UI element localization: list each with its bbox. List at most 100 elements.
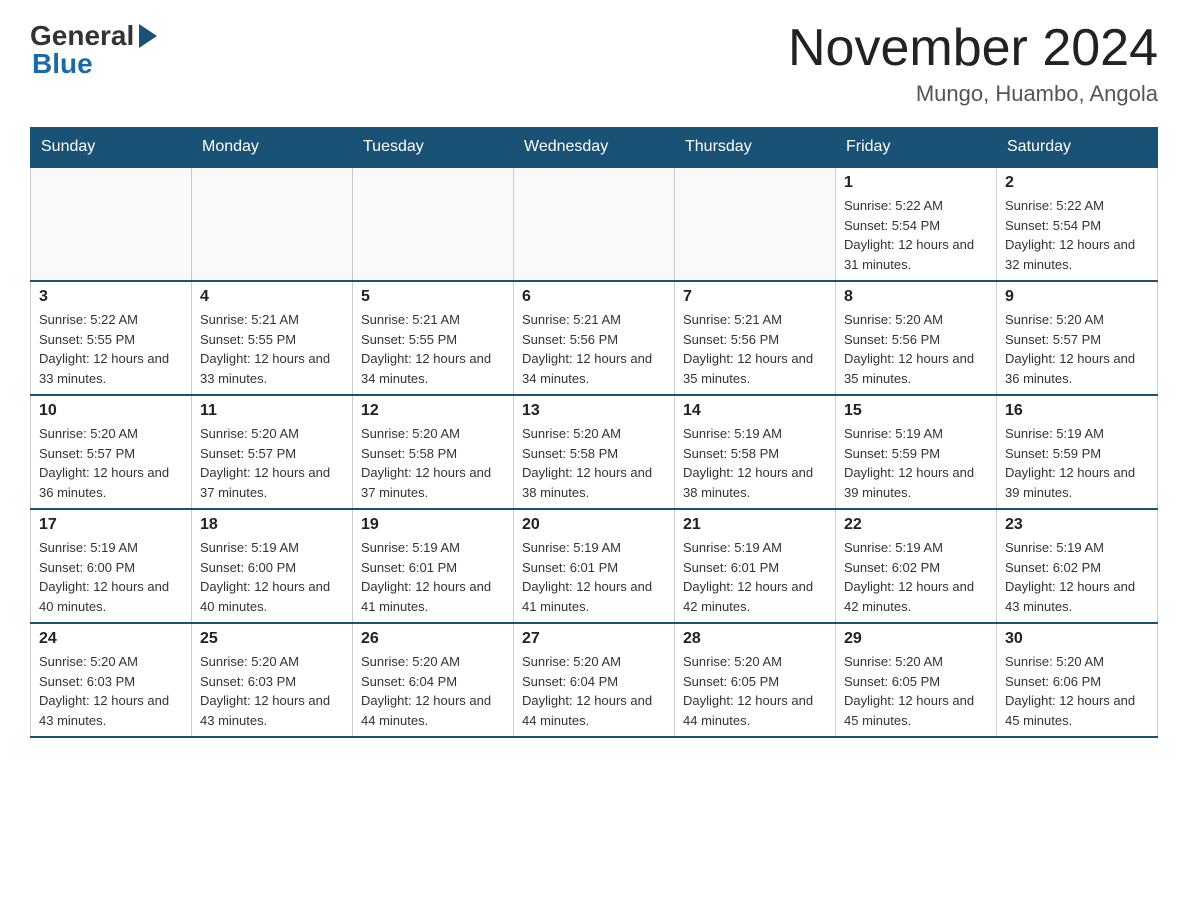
calendar-header-monday: Monday bbox=[192, 128, 353, 168]
day-info: Sunrise: 5:20 AMSunset: 5:57 PMDaylight:… bbox=[39, 426, 169, 500]
day-number: 17 bbox=[39, 516, 183, 534]
calendar-cell bbox=[192, 167, 353, 281]
calendar-cell: 23 Sunrise: 5:19 AMSunset: 6:02 PMDaylig… bbox=[997, 509, 1158, 623]
day-info: Sunrise: 5:20 AMSunset: 5:57 PMDaylight:… bbox=[200, 426, 330, 500]
day-number: 3 bbox=[39, 288, 183, 306]
calendar-cell: 5 Sunrise: 5:21 AMSunset: 5:55 PMDayligh… bbox=[353, 281, 514, 395]
day-number: 22 bbox=[844, 516, 988, 534]
calendar-cell: 17 Sunrise: 5:19 AMSunset: 6:00 PMDaylig… bbox=[31, 509, 192, 623]
day-info: Sunrise: 5:20 AMSunset: 6:05 PMDaylight:… bbox=[683, 654, 813, 728]
day-number: 28 bbox=[683, 630, 827, 648]
calendar-cell: 24 Sunrise: 5:20 AMSunset: 6:03 PMDaylig… bbox=[31, 623, 192, 737]
day-number: 11 bbox=[200, 402, 344, 420]
calendar-cell: 11 Sunrise: 5:20 AMSunset: 5:57 PMDaylig… bbox=[192, 395, 353, 509]
day-number: 2 bbox=[1005, 174, 1149, 192]
calendar-header-friday: Friday bbox=[836, 128, 997, 168]
day-number: 24 bbox=[39, 630, 183, 648]
calendar-cell: 13 Sunrise: 5:20 AMSunset: 5:58 PMDaylig… bbox=[514, 395, 675, 509]
calendar-cell: 3 Sunrise: 5:22 AMSunset: 5:55 PMDayligh… bbox=[31, 281, 192, 395]
calendar-cell: 26 Sunrise: 5:20 AMSunset: 6:04 PMDaylig… bbox=[353, 623, 514, 737]
day-info: Sunrise: 5:19 AMSunset: 6:01 PMDaylight:… bbox=[683, 540, 813, 614]
day-info: Sunrise: 5:20 AMSunset: 5:57 PMDaylight:… bbox=[1005, 312, 1135, 386]
day-number: 27 bbox=[522, 630, 666, 648]
day-info: Sunrise: 5:19 AMSunset: 6:02 PMDaylight:… bbox=[1005, 540, 1135, 614]
day-info: Sunrise: 5:20 AMSunset: 6:03 PMDaylight:… bbox=[39, 654, 169, 728]
calendar-cell: 9 Sunrise: 5:20 AMSunset: 5:57 PMDayligh… bbox=[997, 281, 1158, 395]
day-info: Sunrise: 5:21 AMSunset: 5:56 PMDaylight:… bbox=[683, 312, 813, 386]
day-info: Sunrise: 5:19 AMSunset: 5:59 PMDaylight:… bbox=[1005, 426, 1135, 500]
day-info: Sunrise: 5:21 AMSunset: 5:55 PMDaylight:… bbox=[200, 312, 330, 386]
calendar-header-wednesday: Wednesday bbox=[514, 128, 675, 168]
calendar-week-row: 17 Sunrise: 5:19 AMSunset: 6:00 PMDaylig… bbox=[31, 509, 1158, 623]
calendar-table: SundayMondayTuesdayWednesdayThursdayFrid… bbox=[30, 127, 1158, 738]
day-info: Sunrise: 5:19 AMSunset: 6:01 PMDaylight:… bbox=[522, 540, 652, 614]
day-info: Sunrise: 5:20 AMSunset: 6:03 PMDaylight:… bbox=[200, 654, 330, 728]
day-info: Sunrise: 5:19 AMSunset: 6:02 PMDaylight:… bbox=[844, 540, 974, 614]
day-number: 19 bbox=[361, 516, 505, 534]
calendar-week-row: 3 Sunrise: 5:22 AMSunset: 5:55 PMDayligh… bbox=[31, 281, 1158, 395]
calendar-header-row: SundayMondayTuesdayWednesdayThursdayFrid… bbox=[31, 128, 1158, 168]
calendar-week-row: 24 Sunrise: 5:20 AMSunset: 6:03 PMDaylig… bbox=[31, 623, 1158, 737]
day-info: Sunrise: 5:20 AMSunset: 6:04 PMDaylight:… bbox=[361, 654, 491, 728]
logo-blue-text: Blue bbox=[32, 48, 93, 80]
month-title: November 2024 bbox=[788, 20, 1158, 77]
calendar-cell bbox=[514, 167, 675, 281]
calendar-cell: 25 Sunrise: 5:20 AMSunset: 6:03 PMDaylig… bbox=[192, 623, 353, 737]
calendar-cell: 18 Sunrise: 5:19 AMSunset: 6:00 PMDaylig… bbox=[192, 509, 353, 623]
day-info: Sunrise: 5:20 AMSunset: 6:05 PMDaylight:… bbox=[844, 654, 974, 728]
day-info: Sunrise: 5:22 AMSunset: 5:54 PMDaylight:… bbox=[1005, 198, 1135, 272]
logo-triangle-icon bbox=[139, 24, 157, 48]
day-info: Sunrise: 5:22 AMSunset: 5:54 PMDaylight:… bbox=[844, 198, 974, 272]
calendar-week-row: 1 Sunrise: 5:22 AMSunset: 5:54 PMDayligh… bbox=[31, 167, 1158, 281]
calendar-cell: 6 Sunrise: 5:21 AMSunset: 5:56 PMDayligh… bbox=[514, 281, 675, 395]
day-number: 23 bbox=[1005, 516, 1149, 534]
calendar-cell: 4 Sunrise: 5:21 AMSunset: 5:55 PMDayligh… bbox=[192, 281, 353, 395]
day-number: 12 bbox=[361, 402, 505, 420]
calendar-week-row: 10 Sunrise: 5:20 AMSunset: 5:57 PMDaylig… bbox=[31, 395, 1158, 509]
day-number: 10 bbox=[39, 402, 183, 420]
calendar-cell bbox=[31, 167, 192, 281]
calendar-cell: 20 Sunrise: 5:19 AMSunset: 6:01 PMDaylig… bbox=[514, 509, 675, 623]
calendar-cell: 14 Sunrise: 5:19 AMSunset: 5:58 PMDaylig… bbox=[675, 395, 836, 509]
calendar-cell: 22 Sunrise: 5:19 AMSunset: 6:02 PMDaylig… bbox=[836, 509, 997, 623]
calendar-cell: 15 Sunrise: 5:19 AMSunset: 5:59 PMDaylig… bbox=[836, 395, 997, 509]
calendar-cell: 29 Sunrise: 5:20 AMSunset: 6:05 PMDaylig… bbox=[836, 623, 997, 737]
day-number: 18 bbox=[200, 516, 344, 534]
calendar-header-tuesday: Tuesday bbox=[353, 128, 514, 168]
day-info: Sunrise: 5:20 AMSunset: 5:56 PMDaylight:… bbox=[844, 312, 974, 386]
calendar-cell: 10 Sunrise: 5:20 AMSunset: 5:57 PMDaylig… bbox=[31, 395, 192, 509]
day-number: 6 bbox=[522, 288, 666, 306]
calendar-cell: 21 Sunrise: 5:19 AMSunset: 6:01 PMDaylig… bbox=[675, 509, 836, 623]
title-block: November 2024 Mungo, Huambo, Angola bbox=[788, 20, 1158, 107]
day-number: 1 bbox=[844, 174, 988, 192]
day-number: 8 bbox=[844, 288, 988, 306]
day-number: 29 bbox=[844, 630, 988, 648]
calendar-header-sunday: Sunday bbox=[31, 128, 192, 168]
day-info: Sunrise: 5:22 AMSunset: 5:55 PMDaylight:… bbox=[39, 312, 169, 386]
calendar-cell: 7 Sunrise: 5:21 AMSunset: 5:56 PMDayligh… bbox=[675, 281, 836, 395]
day-info: Sunrise: 5:19 AMSunset: 6:00 PMDaylight:… bbox=[39, 540, 169, 614]
day-info: Sunrise: 5:20 AMSunset: 5:58 PMDaylight:… bbox=[361, 426, 491, 500]
day-number: 5 bbox=[361, 288, 505, 306]
day-number: 20 bbox=[522, 516, 666, 534]
day-info: Sunrise: 5:21 AMSunset: 5:56 PMDaylight:… bbox=[522, 312, 652, 386]
calendar-cell: 30 Sunrise: 5:20 AMSunset: 6:06 PMDaylig… bbox=[997, 623, 1158, 737]
day-number: 16 bbox=[1005, 402, 1149, 420]
day-number: 4 bbox=[200, 288, 344, 306]
calendar-cell bbox=[353, 167, 514, 281]
day-number: 21 bbox=[683, 516, 827, 534]
day-info: Sunrise: 5:19 AMSunset: 5:58 PMDaylight:… bbox=[683, 426, 813, 500]
calendar-cell: 8 Sunrise: 5:20 AMSunset: 5:56 PMDayligh… bbox=[836, 281, 997, 395]
calendar-cell: 19 Sunrise: 5:19 AMSunset: 6:01 PMDaylig… bbox=[353, 509, 514, 623]
day-number: 13 bbox=[522, 402, 666, 420]
day-info: Sunrise: 5:19 AMSunset: 6:00 PMDaylight:… bbox=[200, 540, 330, 614]
day-number: 26 bbox=[361, 630, 505, 648]
calendar-header-saturday: Saturday bbox=[997, 128, 1158, 168]
day-number: 9 bbox=[1005, 288, 1149, 306]
day-number: 7 bbox=[683, 288, 827, 306]
calendar-cell: 28 Sunrise: 5:20 AMSunset: 6:05 PMDaylig… bbox=[675, 623, 836, 737]
day-info: Sunrise: 5:19 AMSunset: 5:59 PMDaylight:… bbox=[844, 426, 974, 500]
day-info: Sunrise: 5:21 AMSunset: 5:55 PMDaylight:… bbox=[361, 312, 491, 386]
day-info: Sunrise: 5:20 AMSunset: 6:04 PMDaylight:… bbox=[522, 654, 652, 728]
calendar-cell: 12 Sunrise: 5:20 AMSunset: 5:58 PMDaylig… bbox=[353, 395, 514, 509]
